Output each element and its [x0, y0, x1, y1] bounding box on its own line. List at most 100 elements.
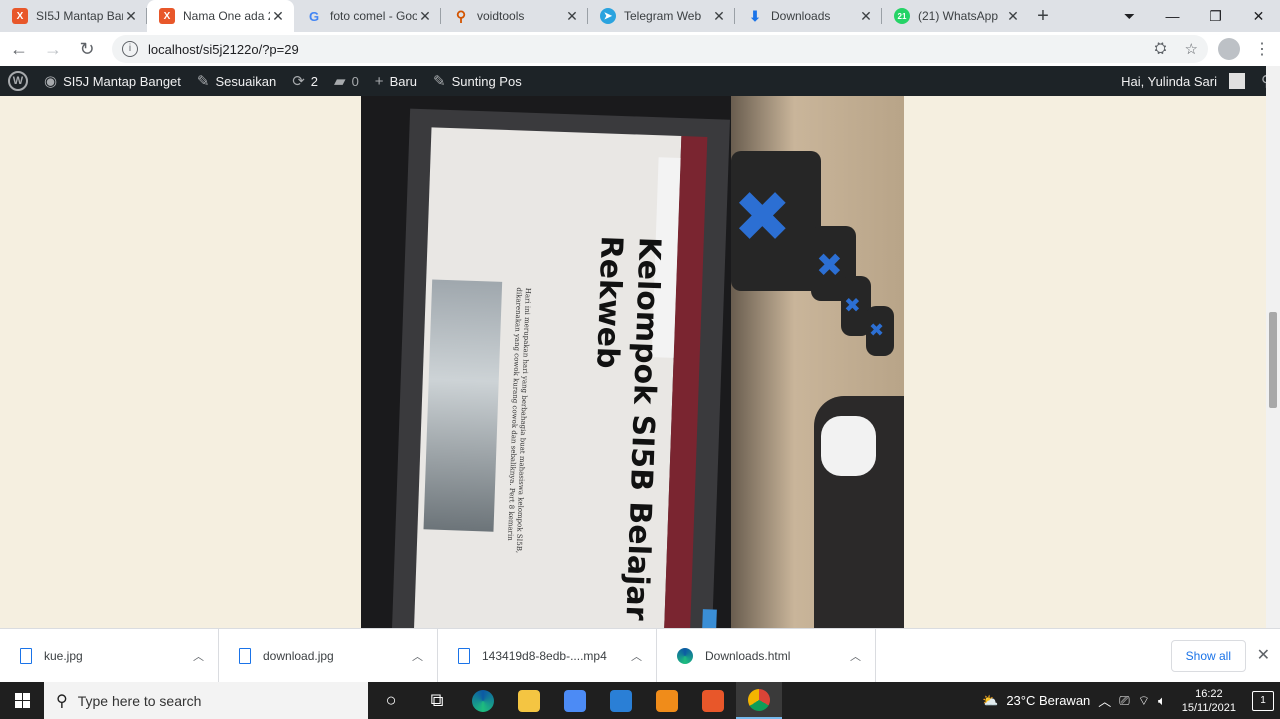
cortana-icon[interactable]: ○: [368, 682, 414, 719]
bookmark-star-icon[interactable]: ☆: [1185, 40, 1198, 58]
xampp-icon: X: [159, 8, 175, 24]
close-icon[interactable]: ✕: [270, 8, 286, 25]
pencil-icon: ✎: [433, 73, 446, 90]
clock[interactable]: 16:22 15/11/2021: [1174, 687, 1244, 715]
tab-nama-one[interactable]: X Nama One ada 2 ✕: [147, 0, 294, 32]
updates-icon: ⟳: [292, 73, 305, 90]
meet-now-icon[interactable]: ⎚: [1119, 693, 1129, 709]
tab-google[interactable]: G foto comel - Goo ✕: [294, 0, 441, 32]
updates-count: 2: [310, 73, 319, 89]
volume-icon[interactable]: 🔈︎: [1158, 693, 1166, 709]
my-account-menu[interactable]: Hai, Yulinda Sari: [1113, 66, 1253, 96]
download-icon: ⬇: [749, 7, 761, 24]
wp-logo-menu[interactable]: W: [0, 66, 36, 96]
close-icon[interactable]: ✕: [858, 8, 874, 25]
clock-time: 16:22: [1195, 687, 1223, 700]
magnifier-icon: ⚲: [455, 7, 467, 24]
tab-title: Telegram Web: [624, 9, 702, 23]
close-icon[interactable]: ✕: [711, 8, 727, 25]
sublime-icon[interactable]: [644, 682, 690, 719]
chevron-up-icon[interactable]: ︿: [193, 648, 204, 664]
comment-icon: ▰: [334, 73, 346, 90]
reload-button[interactable]: ↻: [72, 34, 102, 64]
comments-count: 0: [351, 73, 359, 89]
edge-icon[interactable]: [460, 682, 506, 719]
xampp-icon[interactable]: [690, 682, 736, 719]
tab-downloads[interactable]: ⬇ Downloads ✕: [735, 0, 882, 32]
download-item[interactable]: Downloads.html ︿: [657, 628, 876, 683]
new-content-menu[interactable]: + Baru: [367, 66, 425, 96]
download-item[interactable]: download.jpg ︿: [219, 628, 438, 683]
image-file-icon: [20, 647, 32, 664]
chevron-up-icon[interactable]: ︿: [1098, 691, 1111, 710]
tab-title: Downloads: [771, 9, 831, 23]
minimize-button[interactable]: —: [1151, 0, 1194, 32]
chevron-up-icon[interactable]: ︿: [631, 648, 642, 664]
tab-title: foto comel - Goo: [330, 9, 417, 23]
tab-search-icon[interactable]: ⏷: [1108, 0, 1151, 32]
close-window-button[interactable]: ✕: [1237, 0, 1280, 32]
plus-icon: +: [374, 72, 384, 90]
edit-post-link[interactable]: ✎ Sunting Pos: [425, 66, 530, 96]
chrome-icon[interactable]: [736, 682, 782, 719]
close-icon[interactable]: ✕: [1005, 8, 1021, 25]
tab-strip: X SI5J Mantap Bang ✕ X Nama One ada 2 ✕ …: [0, 0, 1280, 32]
taskbar-search[interactable]: ⚲ Type here to search: [44, 682, 368, 719]
address-bar[interactable]: i localhost/si5j2122o/?p=29 ⛭ ☆: [112, 35, 1208, 63]
start-button[interactable]: [0, 682, 44, 719]
tab-si5j[interactable]: X SI5J Mantap Bang ✕: [0, 0, 147, 32]
customize-link[interactable]: ✎ Sesuaikan: [189, 66, 284, 96]
forward-button[interactable]: →: [38, 34, 68, 64]
new-label: Baru: [389, 73, 418, 89]
show-all-button[interactable]: Show all: [1170, 640, 1246, 672]
post-image: ✖ ✖ ✖ ✖ Kelompok SI5B Belajar Rekweb Har…: [361, 96, 904, 628]
download-name: 143419d8-8edb-....mp4: [482, 648, 607, 663]
weather-icon[interactable]: ⛅: [982, 693, 998, 709]
search-placeholder: Type here to search: [77, 692, 202, 709]
url-text: localhost/si5j2122o/?p=29: [148, 41, 299, 57]
back-button[interactable]: ←: [4, 34, 34, 64]
notification-icon[interactable]: 1: [1252, 690, 1274, 711]
store-icon[interactable]: [552, 682, 598, 719]
close-icon[interactable]: ✕: [564, 8, 580, 25]
brush-icon: ✎: [196, 73, 210, 90]
info-icon[interactable]: i: [122, 41, 138, 57]
task-view-icon[interactable]: ⧉: [414, 682, 460, 719]
page-scrollbar[interactable]: [1266, 66, 1280, 628]
site-name-menu[interactable]: ◉ SI5J Mantap Banget: [36, 66, 189, 96]
chevron-up-icon[interactable]: ︿: [412, 648, 423, 664]
chevron-up-icon[interactable]: ︿: [850, 648, 861, 664]
image-file-icon: [239, 647, 251, 664]
laptop: Kelompok SI5B Belajar Rekweb Hari ini me…: [361, 96, 731, 628]
tab-telegram[interactable]: ➤ Telegram Web ✕: [588, 0, 735, 32]
network-icon[interactable]: ⌔: [1138, 693, 1150, 709]
updates-link[interactable]: ⟳ 2: [284, 66, 326, 96]
weather-text[interactable]: 23°C Berawan: [1006, 693, 1090, 708]
close-icon[interactable]: ✕: [1257, 645, 1270, 665]
search-icon: ⚲: [56, 692, 68, 710]
new-tab-button[interactable]: +: [1029, 0, 1057, 32]
download-item[interactable]: kue.jpg ︿: [0, 628, 219, 683]
x-mark-icon: ✖: [816, 246, 843, 284]
close-icon[interactable]: ✕: [417, 8, 433, 25]
download-item[interactable]: 143419d8-8edb-....mp4 ︿: [438, 628, 657, 683]
telegram-icon: ➤: [600, 8, 616, 24]
translate-icon[interactable]: ⛭: [1155, 40, 1167, 58]
tab-whatsapp[interactable]: 21 (21) WhatsApp ✕: [882, 0, 1029, 32]
download-name: kue.jpg: [44, 648, 83, 663]
google-icon: G: [308, 8, 320, 24]
video-file-icon: [458, 647, 470, 664]
file-explorer-icon[interactable]: [506, 682, 552, 719]
tab-voidtools[interactable]: ⚲ voidtools ✕: [441, 0, 588, 32]
mail-icon[interactable]: [598, 682, 644, 719]
browser-toolbar: ← → ↻ i localhost/si5j2122o/?p=29 ⛭ ☆ ⋮: [0, 32, 1280, 66]
comments-link[interactable]: ▰ 0: [326, 66, 367, 96]
site-name: SI5J Mantap Banget: [63, 73, 181, 89]
downloads-bar: kue.jpg ︿ download.jpg ︿ 143419d8-8edb-.…: [0, 628, 1280, 683]
windows-icon: [14, 693, 30, 708]
menu-icon[interactable]: ⋮: [1254, 39, 1270, 59]
screen-title: Kelompok SI5B Belajar Rekweb: [589, 235, 667, 622]
close-icon[interactable]: ✕: [123, 8, 139, 25]
profile-avatar[interactable]: [1218, 38, 1240, 60]
maximize-button[interactable]: ❐: [1194, 0, 1237, 32]
